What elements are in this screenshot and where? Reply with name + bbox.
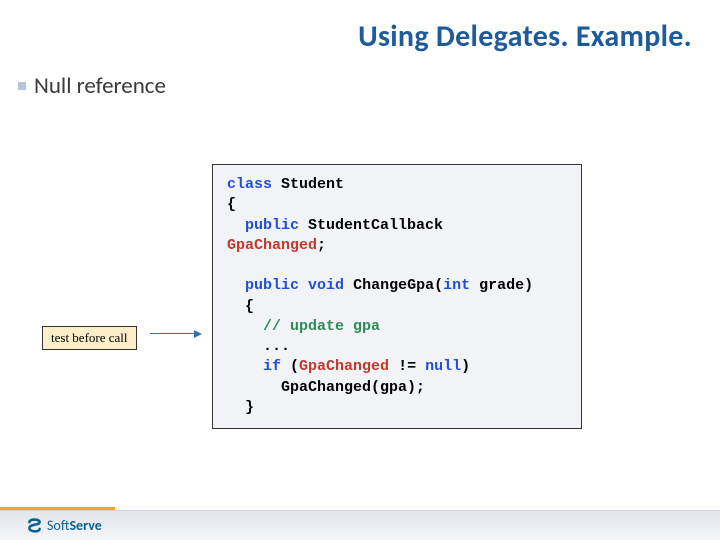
- bullet-marker-icon: [18, 82, 26, 90]
- code-token: ChangeGpa(: [344, 277, 443, 294]
- brand-logo: SoftServe: [26, 517, 102, 534]
- code-token: if: [263, 358, 281, 375]
- callout-label: test before call: [42, 326, 137, 350]
- code-token: {: [227, 196, 236, 213]
- code-token: public: [245, 277, 299, 294]
- bullet-item: Null reference: [18, 72, 166, 100]
- code-token: [227, 217, 245, 234]
- code-token: [227, 277, 245, 294]
- code-token: class: [227, 176, 272, 193]
- bullet-text: Null reference: [34, 72, 166, 100]
- code-token: {: [227, 298, 254, 315]
- code-token: null: [425, 358, 461, 375]
- code-token: ): [461, 358, 470, 375]
- code-token: }: [227, 399, 254, 416]
- code-token: int: [443, 277, 470, 294]
- slide-title: Using Delegates. Example.: [358, 18, 692, 55]
- brand-mark-icon: [26, 517, 43, 534]
- code-token: (: [281, 358, 299, 375]
- brand-text: SoftServe: [47, 517, 102, 534]
- code-token: Student: [272, 176, 344, 193]
- code-token: void: [308, 277, 344, 294]
- code-token: [299, 277, 308, 294]
- code-token: GpaChanged: [299, 358, 389, 375]
- code-token: [227, 318, 263, 335]
- code-token: StudentCallback: [299, 217, 452, 234]
- code-token: GpaChanged: [227, 237, 317, 254]
- code-token: ...: [227, 338, 290, 355]
- code-token: [227, 358, 263, 375]
- brand-text-a: Soft: [47, 517, 69, 534]
- code-token: public: [245, 217, 299, 234]
- code-block: class Student { public StudentCallback G…: [212, 164, 582, 429]
- arrow-icon: [150, 333, 202, 335]
- code-token: !=: [389, 358, 425, 375]
- brand-text-b: Serve: [69, 517, 101, 534]
- code-token: ;: [317, 237, 326, 254]
- code-token: GpaChanged(gpa);: [227, 379, 425, 396]
- code-token: // update gpa: [263, 318, 380, 335]
- footer-bar: SoftServe: [0, 510, 720, 540]
- code-token: grade): [470, 277, 533, 294]
